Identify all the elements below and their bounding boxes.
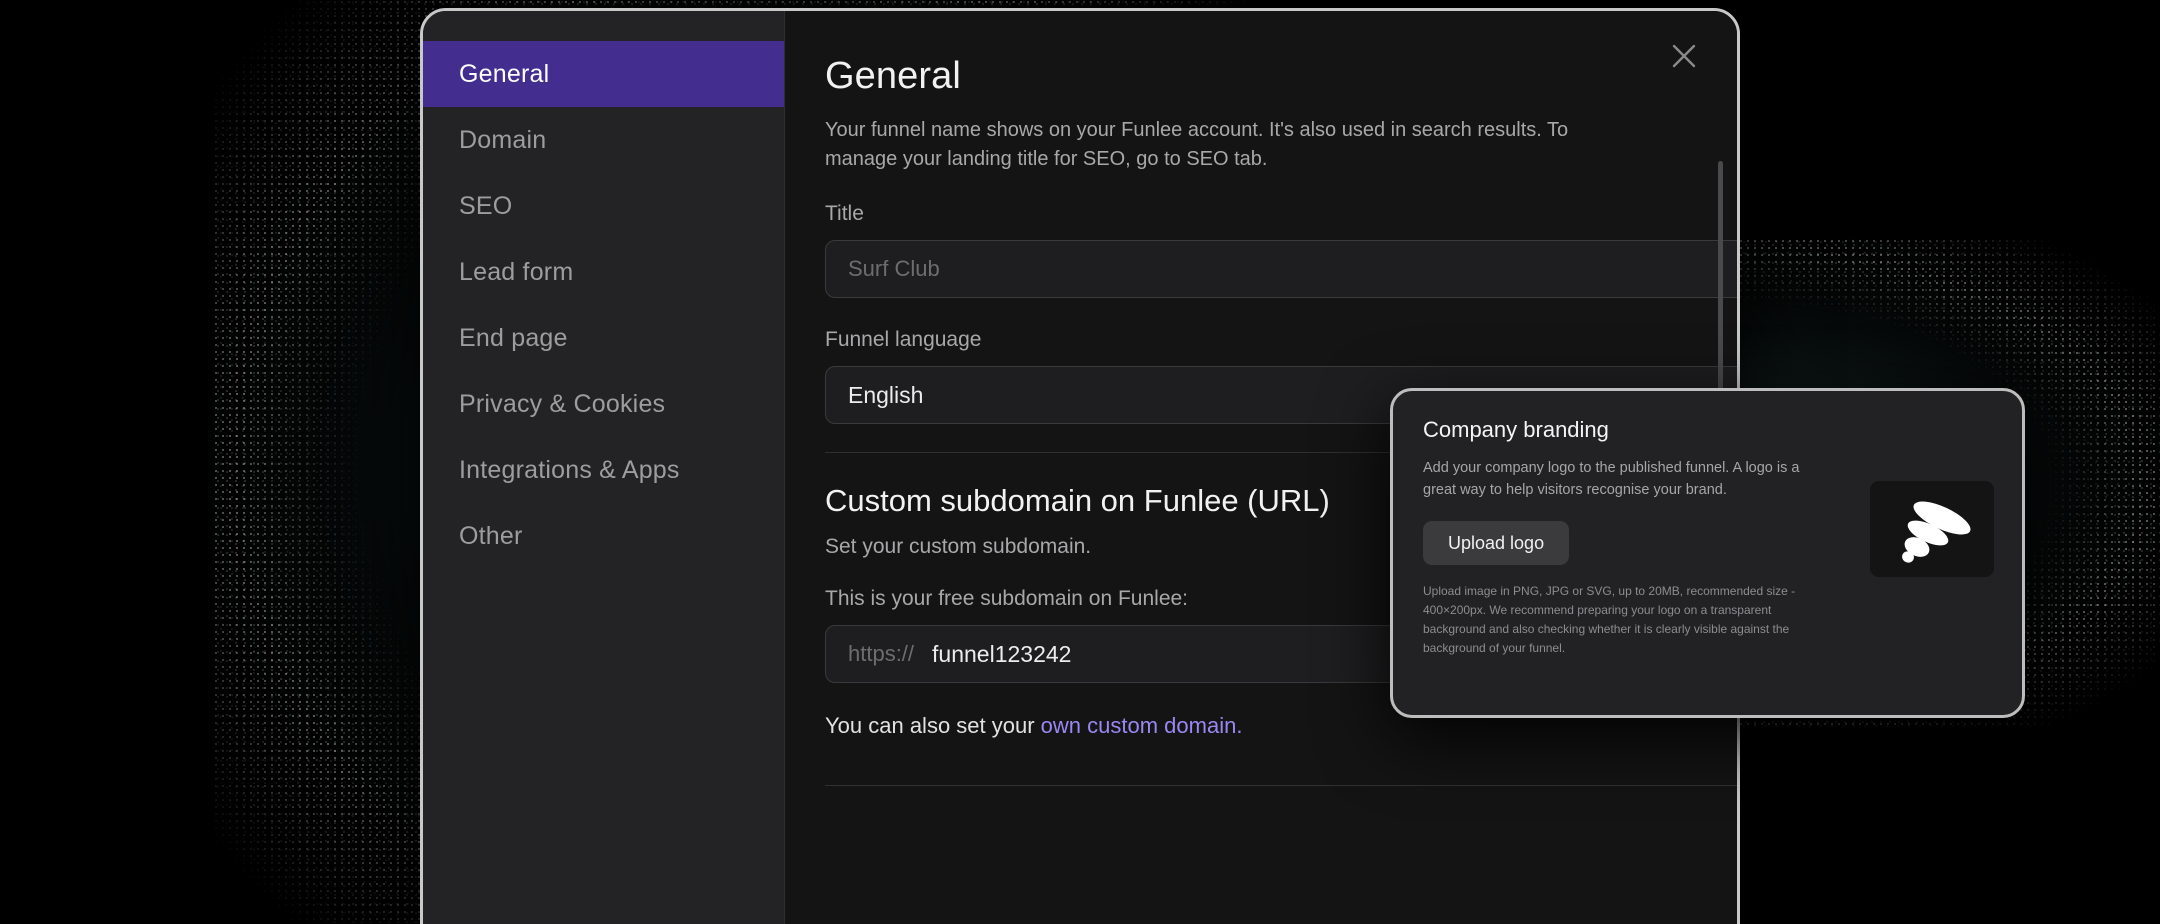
- sidebar-item-privacy-cookies[interactable]: Privacy & Cookies: [423, 371, 784, 437]
- sidebar-item-label: Lead form: [459, 257, 574, 286]
- upload-logo-button[interactable]: Upload logo: [1423, 521, 1570, 566]
- funlee-logo-icon: [1902, 501, 1971, 563]
- sidebar-item-label: SEO: [459, 191, 513, 220]
- sidebar-item-label: Domain: [459, 125, 547, 154]
- close-icon[interactable]: [1661, 33, 1707, 79]
- sidebar-item-label: End page: [459, 323, 568, 352]
- sidebar-item-label: Other: [459, 521, 523, 550]
- branding-card-description: Add your company logo to the published f…: [1423, 460, 1800, 499]
- url-scheme-prefix: https://: [848, 641, 915, 666]
- general-description: Your funnel name shows on your Funlee ac…: [825, 119, 1569, 170]
- company-branding-card: Company branding Add your company logo t…: [1390, 388, 2025, 718]
- settings-sidebar: General Domain SEO Lead form End page Pr…: [423, 11, 785, 924]
- branding-card-title: Company branding: [1423, 417, 1609, 442]
- custom-domain-link[interactable]: own custom domain.: [1041, 713, 1243, 738]
- logo-preview-thumbnail[interactable]: [1870, 481, 1994, 577]
- funnel-language-label: Funnel language: [825, 328, 982, 351]
- page-title: General: [825, 55, 961, 97]
- sidebar-item-label: General: [459, 59, 550, 88]
- custom-domain-prefix: You can also set your: [825, 713, 1041, 738]
- title-field-label: Title: [825, 202, 864, 225]
- sidebar-item-label: Privacy & Cookies: [459, 389, 666, 418]
- funnel-language-value: English: [848, 381, 924, 408]
- branding-card-hint: Upload image in PNG, JPG or SVG, up to 2…: [1423, 584, 1796, 655]
- sidebar-item-lead-form[interactable]: Lead form: [423, 239, 784, 305]
- sidebar-item-end-page[interactable]: End page: [423, 305, 784, 371]
- screenshot-stage: General Domain SEO Lead form End page Pr…: [0, 0, 2160, 924]
- subdomain-value: funnel123242: [932, 640, 1072, 667]
- sidebar-item-integrations-apps[interactable]: Integrations & Apps: [423, 437, 784, 503]
- sidebar-item-label: Integrations & Apps: [459, 455, 680, 484]
- sidebar-item-general[interactable]: General: [423, 41, 784, 107]
- sidebar-item-seo[interactable]: SEO: [423, 173, 784, 239]
- title-input[interactable]: Surf Club: [825, 240, 1737, 298]
- title-input-placeholder: Surf Club: [848, 256, 940, 281]
- bottom-divider: [825, 785, 1737, 786]
- sidebar-item-domain[interactable]: Domain: [423, 107, 784, 173]
- sidebar-item-other[interactable]: Other: [423, 503, 784, 569]
